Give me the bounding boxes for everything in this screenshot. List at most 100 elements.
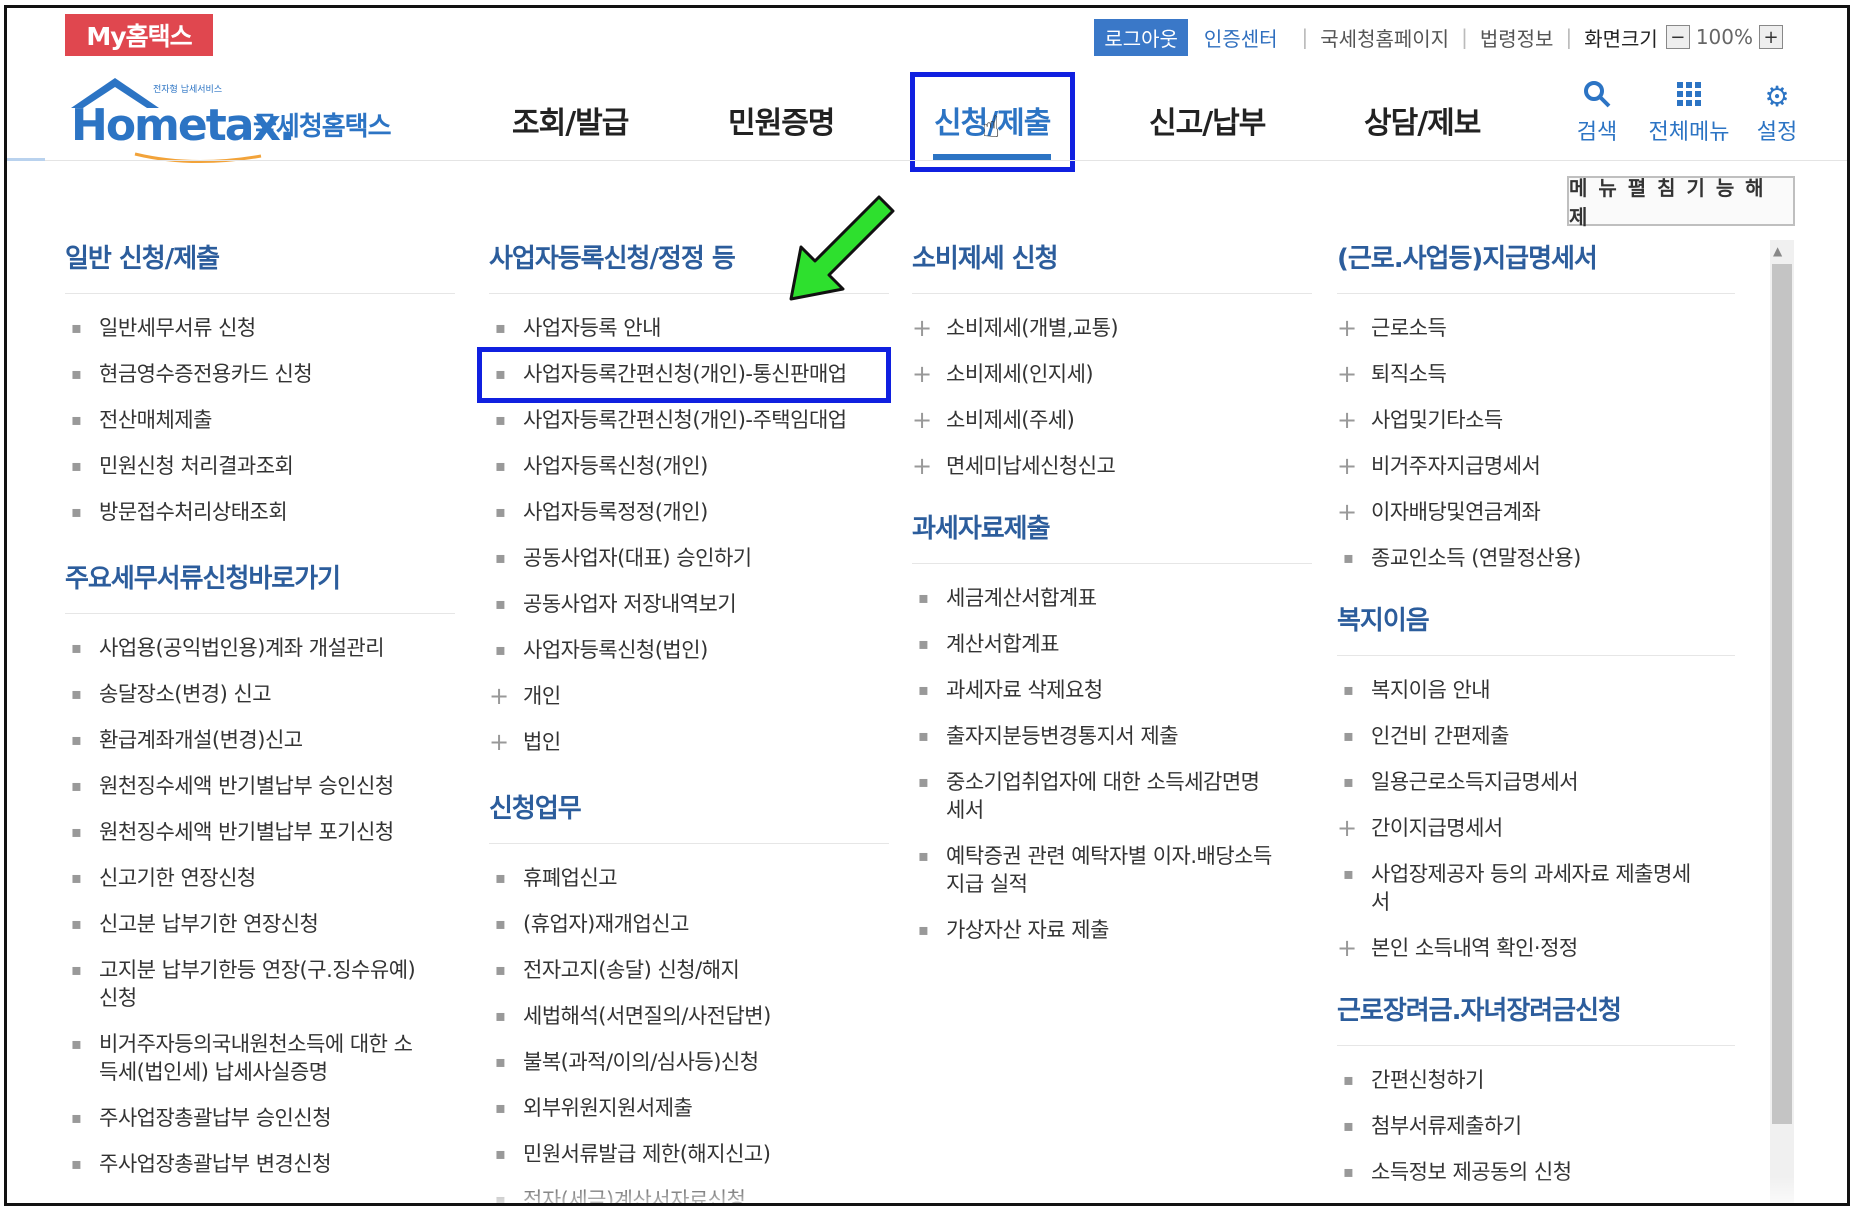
zoom-in-button[interactable]: +: [1759, 25, 1783, 49]
menu-item[interactable]: + 비거주자지급명세서: [1337, 452, 1735, 480]
menu-item-label: 사업용(공익법인용)계좌 개설관리: [99, 636, 385, 660]
menu-item[interactable]: + 퇴직소득: [1337, 360, 1735, 388]
menu-item[interactable]: ▪ 인건비 간편제출: [1337, 722, 1735, 750]
menu-item[interactable]: ▪ 신고분 납부기한 연장신청: [65, 910, 455, 938]
menu-item[interactable]: ▪ 전산매체제출: [65, 406, 455, 434]
menu-item[interactable]: ▪ 사업장제공자 등의 과세자료 제출명세 서: [1337, 860, 1735, 916]
menu-item[interactable]: ▪ 방문접수처리상태조회: [65, 498, 455, 526]
my-hometax-button[interactable]: My홈택스: [65, 14, 213, 56]
menu-item[interactable]: ▪ 사업자등록간편신청(개인)-주택임대업: [489, 406, 889, 434]
section-title: 신청업무: [489, 788, 889, 844]
menu-item[interactable]: + 법인: [489, 728, 889, 756]
all-menu-button[interactable]: 전체메뉴: [1639, 80, 1739, 146]
menu-item[interactable]: ▪ 중소기업취업자에 대한 소득세감면명 세서: [912, 768, 1312, 824]
menu-item[interactable]: ▪ 환급계좌개설(변경)신고: [65, 726, 455, 754]
scroll-up-icon[interactable]: ▲: [1773, 244, 1782, 258]
menu-item[interactable]: ▪ 간편신청하기: [1337, 1066, 1735, 1094]
bullet-icon: ▪: [918, 846, 929, 865]
menu-item[interactable]: ▪ 세법해석(서면질의/사전답변): [489, 1002, 889, 1030]
utility-bar: 로그아웃 인증센터 | 국세청홈페이지 | 법령정보 | 화면크기 − 100%…: [1094, 18, 1787, 56]
nav-report-payment[interactable]: 신고/납부: [1149, 98, 1266, 142]
menu-item[interactable]: + 본인 소득내역 확인·정정: [1337, 934, 1735, 962]
hometax-logo[interactable]: 전자형 납세서비스 Hometax. 국세청홈택스: [63, 70, 393, 163]
menu-item[interactable]: ▪ 전자고지(송달) 신청/해지: [489, 956, 889, 984]
expand-plus-icon: +: [912, 360, 932, 388]
settings-label: 설정: [1756, 120, 1798, 145]
nav-inquiry-issue[interactable]: 조회/발급: [512, 98, 629, 142]
nav-civil-certificate[interactable]: 민원증명: [728, 98, 835, 142]
menu-item[interactable]: + 소비제세(주세): [912, 406, 1312, 434]
zoom-out-button[interactable]: −: [1665, 25, 1690, 49]
menu-item[interactable]: ▪ 비거주자등의국내원천소득에 대한 소 득세(법인세) 납세사실증명: [65, 1030, 455, 1086]
menu-item-label: 신고분 납부기한 연장신청: [99, 912, 319, 936]
menu-item[interactable]: ▪ 고지분 납부기한등 연장(구.징수유예) 신청: [65, 956, 455, 1012]
menu-item[interactable]: ▪ 민원신청 처리결과조회: [65, 452, 455, 480]
menu-item[interactable]: ▪ 외부위원지원서제출: [489, 1094, 889, 1122]
menu-item[interactable]: ▪ 송달장소(변경) 신고: [65, 680, 455, 708]
menu-item[interactable]: ▪ 원천징수세액 반기별납부 포기신청: [65, 818, 455, 846]
menu-item[interactable]: ▪ 일용근로소득지급명세서: [1337, 768, 1735, 796]
menu-item[interactable]: + 사업및기타소득: [1337, 406, 1735, 434]
menu-item-label: 민원서류발급 제한(해지신고): [523, 1142, 771, 1166]
menu-item-label: 소비제세(주세): [946, 408, 1075, 432]
menu-item[interactable]: ▪ 휴폐업신고: [489, 864, 889, 892]
bullet-icon: ▪: [71, 730, 82, 749]
menu-item[interactable]: ▪ 세금계산서합계표: [912, 584, 1312, 612]
menu-item-label: 종교인소득 (연말정산용): [1371, 546, 1581, 570]
expand-plus-icon: +: [1337, 814, 1357, 842]
menu-item[interactable]: ▪ 과세자료 삭제요청: [912, 676, 1312, 704]
menu-item[interactable]: + 개인: [489, 682, 889, 710]
menu-scrollbar-thumb[interactable]: [1772, 264, 1792, 1124]
menu-item[interactable]: ▪ 사업자등록신청(개인): [489, 452, 889, 480]
menu-item[interactable]: + 소비제세(개별,교통): [912, 314, 1312, 342]
menu-item[interactable]: ▪ 민원서류발급 제한(해지신고): [489, 1140, 889, 1168]
settings-button[interactable]: ⚙ 설정: [1749, 80, 1805, 146]
nts-homepage-link[interactable]: 국세청홈페이지: [1316, 23, 1453, 52]
menu-item[interactable]: ▪ 가상자산 자료 제출: [912, 916, 1312, 944]
menu-item[interactable]: ▪ 사업자등록정정(개인): [489, 498, 889, 526]
menu-item[interactable]: + 소비제세(인지세): [912, 360, 1312, 388]
menu-item[interactable]: ▪ (휴업자)재개업신고: [489, 910, 889, 938]
menu-item[interactable]: ▪ 사업용(공익법인용)계좌 개설관리: [65, 634, 455, 662]
menu-item[interactable]: ▪ 현금영수증전용카드 신청: [65, 360, 455, 388]
menu-item[interactable]: ▪ 예탁증권 관련 예탁자별 이자.배당소득 지급 실적: [912, 842, 1312, 898]
menu-item-label: 민원신청 처리결과조회: [99, 454, 294, 478]
bullet-icon: ▪: [71, 502, 82, 521]
menu-item[interactable]: ▪ 일반세무서류 신청: [65, 314, 455, 342]
menu-item[interactable]: + 근로소득: [1337, 314, 1735, 342]
menu-item[interactable]: ▪ 사업자등록신청(법인): [489, 636, 889, 664]
menu-item[interactable]: ▪ 종교인소득 (연말정산용): [1337, 544, 1735, 572]
menu-item[interactable]: ▪ 공동사업자 저장내역보기: [489, 590, 889, 618]
zoom-level: 100%: [1695, 25, 1753, 49]
menu-item[interactable]: + 간이지급명세서: [1337, 814, 1735, 842]
menu-item[interactable]: ▪ 공동사업자(대표) 승인하기: [489, 544, 889, 572]
menu-item[interactable]: ▪ 신고기한 연장신청: [65, 864, 455, 892]
menu-item[interactable]: ▪ 첨부서류제출하기: [1337, 1112, 1735, 1140]
menu-item[interactable]: ▪ 사업자등록 안내: [489, 314, 889, 342]
mouse-cursor-icon: ☝: [982, 110, 1001, 145]
menu-item-label: (휴업자)재개업신고: [523, 912, 689, 936]
bullet-icon: ▪: [71, 868, 82, 887]
menu-item-label: 전자고지(송달) 신청/해지: [523, 958, 740, 982]
menu-item[interactable]: ▪ 불복(과적/이의/심사등)신청: [489, 1048, 889, 1076]
menu-fold-toggle-button[interactable]: 메 뉴 펼 침 기 능 해 제: [1567, 176, 1795, 229]
menu-item[interactable]: ▪ 복지이음 안내: [1337, 676, 1735, 704]
menu-item-label: 본인 소득내역 확인·정정: [1371, 936, 1578, 960]
menu-item[interactable]: + 이자배당및연금계좌: [1337, 498, 1735, 526]
menu-item[interactable]: ▪ 출자지분등변경통지서 제출: [912, 722, 1312, 750]
menu-item[interactable]: ▪ 원천징수세액 반기별납부 승인신청: [65, 772, 455, 800]
nav-consult-report[interactable]: 상담/제보: [1364, 98, 1481, 142]
logout-button[interactable]: 로그아웃: [1094, 18, 1188, 56]
menu-item[interactable]: ▪ 주사업장총괄납부 승인신청: [65, 1104, 455, 1132]
menu-item[interactable]: + 면세미납세신청신고: [912, 452, 1312, 480]
search-button[interactable]: 검색: [1567, 80, 1627, 146]
bullet-icon: ▪: [918, 680, 929, 699]
menu-item[interactable]: ▪ 계산서합계표: [912, 630, 1312, 658]
menu-item-label: 가상자산 자료 제출: [946, 918, 1109, 942]
law-info-link[interactable]: 법령정보: [1476, 23, 1558, 52]
bullet-icon: ▪: [495, 960, 506, 979]
cert-center-link[interactable]: 인증센터: [1188, 23, 1294, 52]
menu-item-label: 세금계산서합계표: [946, 586, 1097, 610]
menu-item[interactable]: ▪ 주사업장총괄납부 변경신청: [65, 1150, 455, 1178]
